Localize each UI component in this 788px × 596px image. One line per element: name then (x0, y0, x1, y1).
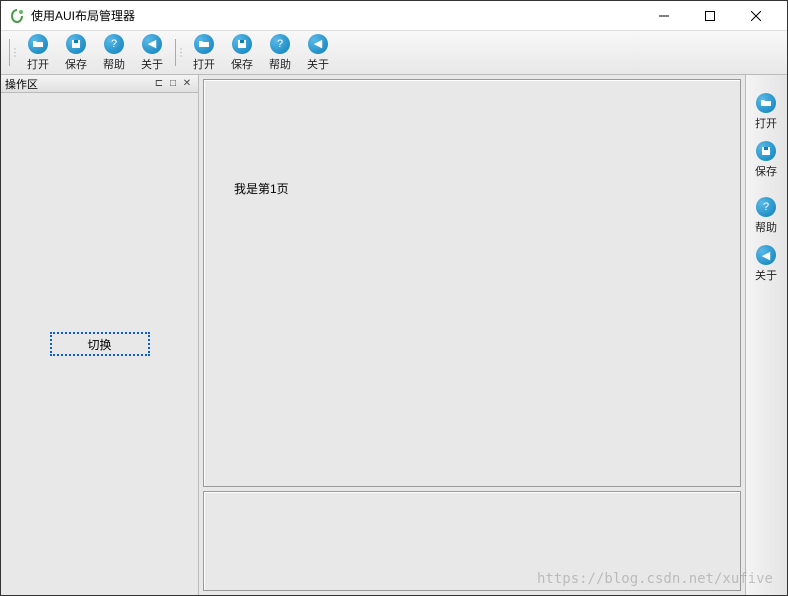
about-button[interactable]: ◀ 关于 (748, 241, 784, 287)
content-pane-top: 我是第1页 (203, 79, 741, 487)
window-title: 使用AUI布局管理器 (31, 7, 641, 24)
save-icon (232, 34, 252, 54)
open-button[interactable]: 打开 (748, 89, 784, 135)
minimize-button[interactable] (641, 1, 687, 31)
pane-title: 操作区 (5, 76, 152, 92)
toolbar-label: 关于 (755, 267, 777, 283)
right-toolbar: 打开 保存 ? 帮助 ◀ 关于 (745, 75, 787, 595)
help-icon: ? (756, 197, 776, 217)
toolbar-group-2: 打开 保存 ? 帮助 ◀ 关于 (185, 33, 337, 72)
body: 操作区 ⊏ □ ✕ 切换 我是第1页 打开 保存 ? 帮助 (1, 75, 787, 595)
about-button[interactable]: ◀ 关于 (133, 33, 171, 72)
content-pane-bottom (203, 491, 741, 591)
toolbar-label: 帮助 (755, 219, 777, 235)
open-button[interactable]: 打开 (185, 33, 223, 72)
toolbar-label: 关于 (141, 56, 163, 72)
toolbar-label: 打开 (27, 56, 49, 72)
toolbar-label: 帮助 (103, 56, 125, 72)
toolbar-label: 保存 (231, 56, 253, 72)
save-icon (66, 34, 86, 54)
left-panel-body: 切换 (1, 93, 198, 595)
help-icon: ? (104, 34, 124, 54)
toolbar-label: 保存 (755, 163, 777, 179)
toolbar-label: 保存 (65, 56, 87, 72)
app-icon (9, 8, 25, 24)
arrow-left-icon: ◀ (308, 34, 328, 54)
arrow-left-icon: ◀ (142, 34, 162, 54)
help-icon: ? (270, 34, 290, 54)
help-button[interactable]: ? 帮助 (261, 33, 299, 72)
pin-button[interactable]: ⊏ (152, 77, 166, 91)
toolbar-label: 关于 (307, 56, 329, 72)
toolbar-group-1: 打开 保存 ? 帮助 ◀ 关于 (19, 33, 171, 72)
folder-open-icon (28, 34, 48, 54)
switch-button[interactable]: 切换 (50, 332, 150, 356)
save-icon (756, 141, 776, 161)
toolbar-grip[interactable] (175, 35, 181, 70)
toolbar-label: 打开 (193, 56, 215, 72)
help-button[interactable]: ? 帮助 (95, 33, 133, 72)
window-controls (641, 1, 779, 31)
close-pane-button[interactable]: ✕ (180, 77, 194, 91)
save-button[interactable]: 保存 (223, 33, 261, 72)
center-area: 我是第1页 (199, 75, 745, 595)
toolbar-label: 帮助 (269, 56, 291, 72)
open-button[interactable]: 打开 (19, 33, 57, 72)
toolbar-label: 打开 (755, 115, 777, 131)
save-button[interactable]: 保存 (57, 33, 95, 72)
maximize-pane-button[interactable]: □ (166, 77, 180, 91)
save-button[interactable]: 保存 (748, 137, 784, 183)
top-toolbar: 打开 保存 ? 帮助 ◀ 关于 打开 保存 ? 帮助 ◀ 关于 (1, 31, 787, 75)
toolbar-grip[interactable] (9, 35, 15, 70)
folder-open-icon (194, 34, 214, 54)
folder-open-icon (756, 93, 776, 113)
page-text: 我是第1页 (234, 182, 289, 196)
help-button[interactable]: ? 帮助 (748, 193, 784, 239)
about-button[interactable]: ◀ 关于 (299, 33, 337, 72)
maximize-button[interactable] (687, 1, 733, 31)
pane-header: 操作区 ⊏ □ ✕ (1, 75, 198, 93)
arrow-left-icon: ◀ (756, 245, 776, 265)
close-button[interactable] (733, 1, 779, 31)
titlebar: 使用AUI布局管理器 (1, 1, 787, 31)
left-panel: 操作区 ⊏ □ ✕ 切换 (1, 75, 199, 595)
switch-button-label: 切换 (87, 336, 111, 353)
